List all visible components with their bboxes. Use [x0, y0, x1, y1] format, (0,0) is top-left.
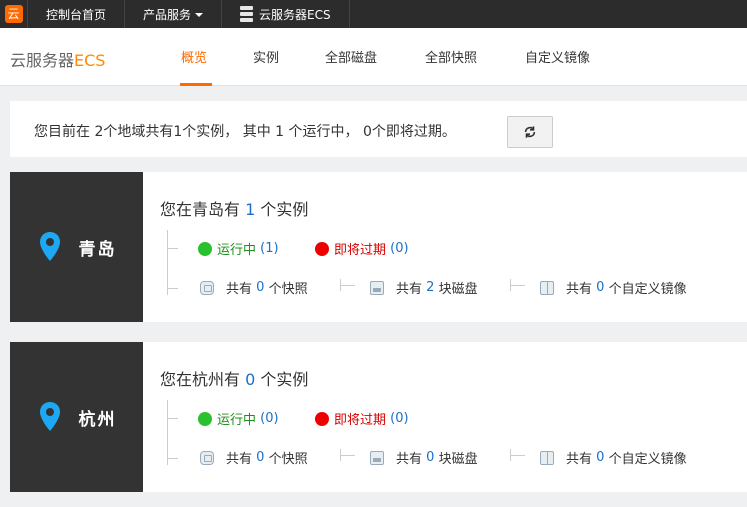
brand-suffix: ECS: [74, 51, 106, 70]
instance-count[interactable]: 1: [245, 200, 255, 219]
tree-line: [167, 400, 168, 465]
caret-down-icon: [195, 12, 204, 17]
ecs-link[interactable]: 云服务器ECS: [222, 0, 350, 28]
image-summary: 共有 0 个自定义镜像: [540, 448, 687, 467]
disk-summary: 共有 0 块磁盘: [370, 448, 478, 467]
snapshot-summary: 共有 0 个快照: [200, 448, 308, 467]
top-bar: 云 控制台首页 产品服务 云服务器ECS: [0, 0, 747, 28]
console-home-label: 控制台首页: [46, 7, 107, 22]
tab-custom-images[interactable]: 自定义镜像: [525, 47, 590, 66]
tab-all-snapshots[interactable]: 全部快照: [425, 47, 477, 66]
expiring-dot-icon: [315, 241, 329, 256]
disk-count[interactable]: 0: [426, 450, 434, 465]
tree-line: [167, 230, 168, 295]
tree-tick: [167, 248, 178, 249]
running-status[interactable]: 运行中 (1): [198, 239, 279, 258]
snapshot-icon: [200, 450, 214, 465]
region-name: 杭州: [78, 409, 117, 430]
tab-all-disks[interactable]: 全部磁盘: [325, 47, 377, 66]
separator: [340, 279, 356, 291]
server-icon: [240, 6, 254, 22]
region-card-hangzhou: 杭州 您在杭州有 0 个实例 运行中 (0) 即将过期 (0) 共有 0 个快照…: [10, 342, 747, 492]
expiring-status[interactable]: 即将过期 (0): [315, 409, 409, 428]
separator: [510, 449, 526, 461]
image-summary: 共有 0 个自定义镜像: [540, 278, 687, 297]
image-count[interactable]: 0: [596, 280, 604, 295]
products-menu[interactable]: 产品服务: [125, 0, 223, 28]
snapshot-icon: [200, 280, 214, 295]
running-dot-icon: [198, 411, 212, 426]
separator: [340, 449, 356, 461]
tree-tick: [167, 288, 178, 289]
expiring-dot-icon: [315, 411, 329, 426]
product-brand: 云服务器ECS: [10, 47, 105, 71]
snapshot-summary: 共有 0 个快照: [200, 278, 308, 297]
running-status[interactable]: 运行中 (0): [198, 409, 279, 428]
brand-prefix: 云服务器: [10, 51, 75, 70]
region-name: 青岛: [78, 239, 117, 260]
disk-icon: [370, 280, 384, 295]
disk-count[interactable]: 2: [426, 280, 434, 295]
instance-count[interactable]: 0: [245, 370, 255, 389]
ecs-link-label: 云服务器ECS: [259, 7, 331, 22]
products-menu-label: 产品服务: [143, 7, 192, 22]
tree-tick: [167, 418, 178, 419]
region-title: 您在青岛有 1 个实例: [160, 200, 309, 219]
region-card-qingdao: 青岛 您在青岛有 1 个实例 运行中 (1) 即将过期 (0) 共有 0 个快照…: [10, 172, 747, 322]
region-header: 杭州: [10, 342, 143, 492]
console-home-link[interactable]: 控制台首页: [28, 0, 126, 28]
active-tab-indicator: [180, 83, 212, 86]
image-icon: [540, 450, 554, 465]
summary-text: 您目前在 2个地域共有1个实例， 其中 1 个运行中， 0个即将过期。: [34, 124, 456, 140]
summary-panel: 您目前在 2个地域共有1个实例， 其中 1 个运行中， 0个即将过期。: [10, 101, 747, 157]
region-title: 您在杭州有 0 个实例: [160, 370, 309, 389]
tab-overview[interactable]: 概览: [181, 47, 207, 66]
tree-tick: [167, 458, 178, 459]
running-dot-icon: [198, 241, 212, 256]
logo-mark: 云: [4, 5, 23, 23]
location-pin-icon: [39, 402, 60, 431]
disk-summary: 共有 2 块磁盘: [370, 278, 478, 297]
image-count[interactable]: 0: [596, 450, 604, 465]
tab-instances[interactable]: 实例: [253, 47, 279, 66]
expiring-status[interactable]: 即将过期 (0): [315, 239, 409, 258]
refresh-icon: [524, 126, 536, 138]
separator: [510, 279, 526, 291]
location-pin-icon: [39, 232, 60, 261]
aliyun-logo[interactable]: 云: [0, 0, 28, 28]
region-header: 青岛: [10, 172, 143, 322]
snapshot-count[interactable]: 0: [256, 280, 264, 295]
refresh-button[interactable]: [507, 116, 553, 148]
sub-nav: 云服务器ECS 概览 实例 全部磁盘 全部快照 自定义镜像: [0, 28, 747, 86]
snapshot-count[interactable]: 0: [256, 450, 264, 465]
disk-icon: [370, 450, 384, 465]
image-icon: [540, 280, 554, 295]
